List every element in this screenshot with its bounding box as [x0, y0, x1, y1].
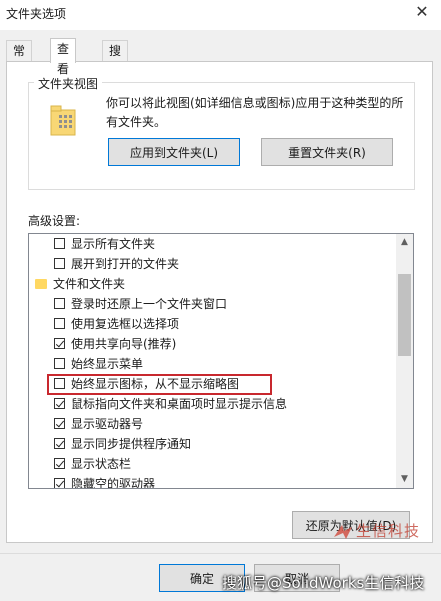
brand-watermark: 生信科技 — [356, 522, 421, 540]
list-item[interactable]: 使用复选框以选择项 — [29, 314, 395, 334]
checkbox[interactable] — [54, 338, 65, 349]
list-item-label: 使用复选框以选择项 — [71, 317, 180, 331]
checkbox[interactable] — [54, 398, 65, 409]
list-item[interactable]: 显示驱动器号 — [29, 414, 395, 434]
list-item-label: 显示同步提供程序通知 — [71, 437, 192, 451]
tree-group-files-folders: 文件和文件夹 — [29, 274, 395, 294]
close-icon[interactable]: ✕ — [411, 1, 433, 23]
list-item[interactable]: 登录时还原上一个文件夹窗口 — [29, 294, 395, 314]
highlight-box — [47, 374, 272, 395]
list-item-label: 显示所有文件夹 — [71, 237, 156, 251]
list-item[interactable]: 显示状态栏 — [29, 454, 395, 474]
tab-view[interactable]: 查看 — [50, 38, 77, 76]
list-item-label: 显示状态栏 — [71, 457, 132, 471]
apply-to-folders-button[interactable]: 应用到文件夹(L) — [108, 138, 240, 166]
checkbox[interactable] — [54, 258, 65, 269]
list-item-label: 隐藏空的驱动器 — [71, 477, 156, 489]
brand-logo — [334, 525, 352, 539]
list-item-label: 展开到打开的文件夹 — [71, 257, 180, 271]
checkbox[interactable] — [54, 318, 65, 329]
tab-search[interactable]: 搜索 — [102, 40, 129, 78]
folder-views-description: 你可以将此视图(如详细信息或图标)应用于这种类型的所有文件夹。 — [106, 96, 404, 129]
tree-group-label: 文件和文件夹 — [53, 277, 126, 291]
tab-general[interactable]: 常规 — [6, 40, 33, 78]
scroll-thumb[interactable] — [398, 274, 411, 356]
checkbox[interactable] — [54, 358, 65, 369]
list-item-label: 鼠标指向文件夹和桌面项时显示提示信息 — [71, 397, 288, 411]
checkbox[interactable] — [54, 458, 65, 469]
checkbox[interactable] — [54, 438, 65, 449]
window-title: 文件夹选项 — [6, 7, 67, 21]
list-item-label: 显示驱动器号 — [71, 417, 144, 431]
list-item[interactable]: 始终显示菜单 — [29, 354, 395, 374]
reset-folders-button[interactable]: 重置文件夹(R) — [261, 138, 393, 166]
checkbox[interactable] — [54, 478, 65, 488]
list-item-label: 使用共享向导(推荐) — [71, 337, 177, 351]
scroll-up-arrow-icon[interactable]: ▲ — [396, 234, 413, 251]
checkbox[interactable] — [54, 418, 65, 429]
checkbox[interactable] — [54, 298, 65, 309]
vertical-scrollbar[interactable]: ▲ ▼ — [396, 234, 413, 488]
checkbox[interactable] — [54, 238, 65, 249]
title-bar: 文件夹选项 ✕ — [0, 0, 441, 30]
list-item[interactable]: 显示同步提供程序通知 — [29, 434, 395, 454]
list-item[interactable]: 鼠标指向文件夹和桌面项时显示提示信息 — [29, 394, 395, 414]
list-item[interactable]: 展开到打开的文件夹 — [29, 254, 395, 274]
scroll-down-arrow-icon[interactable]: ▼ — [396, 471, 413, 488]
list-item-label: 登录时还原上一个文件夹窗口 — [71, 297, 228, 311]
folder-view-icon — [50, 105, 76, 136]
list-item[interactable]: 使用共享向导(推荐) — [29, 334, 395, 354]
advanced-settings-label: 高级设置: — [28, 214, 81, 228]
list-item-label: 始终显示菜单 — [71, 357, 144, 371]
folder-icon — [35, 279, 47, 289]
footer-divider — [0, 553, 441, 554]
list-item[interactable]: 显示所有文件夹 — [29, 234, 395, 254]
list-item[interactable]: 隐藏空的驱动器 — [29, 474, 395, 489]
sohu-watermark: 搜狐号@SolidWorks生信科技 — [222, 574, 425, 592]
advanced-settings-tree: 显示所有文件夹 展开到打开的文件夹 文件和文件夹 登录时还原上一个文件夹窗口 使… — [28, 233, 414, 489]
